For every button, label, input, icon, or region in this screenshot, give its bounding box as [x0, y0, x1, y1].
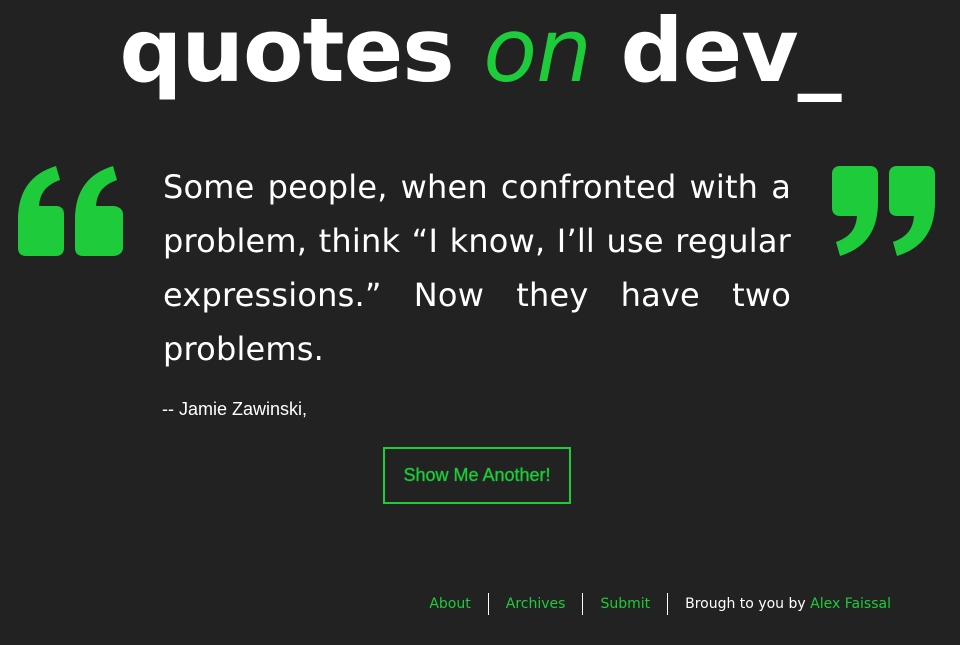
show-another-button[interactable]: Show Me Another! — [383, 447, 571, 504]
footer-link-archives[interactable]: Archives — [506, 596, 566, 612]
footer: About Archives Submit Brough to you by A… — [0, 592, 891, 616]
footer-link-about[interactable]: About — [429, 596, 470, 612]
quote-author: -- Jamie Zawinski, — [162, 399, 308, 419]
quote-text: Some people, when confronted with a prob… — [163, 168, 791, 368]
footer-credit: Brough to you by Alex Faissal — [685, 596, 891, 612]
logo-word-dev: dev_ — [620, 0, 842, 102]
footer-divider — [487, 593, 489, 615]
close-quote-icon — [832, 166, 935, 256]
logo-word-quotes: quotes — [119, 0, 454, 102]
credit-prefix: Brough to you by — [685, 596, 811, 612]
logo-word-on: on — [483, 0, 592, 102]
page: quotes on dev_ Some people, when confron… — [0, 0, 960, 645]
footer-link-submit[interactable]: Submit — [600, 596, 650, 612]
footer-divider — [667, 593, 669, 615]
open-quote-icon — [18, 166, 123, 256]
footer-divider — [582, 593, 584, 615]
site-logo[interactable]: quotes on dev_ — [0, 0, 960, 116]
author-link[interactable]: Alex Faissal — [810, 596, 891, 612]
